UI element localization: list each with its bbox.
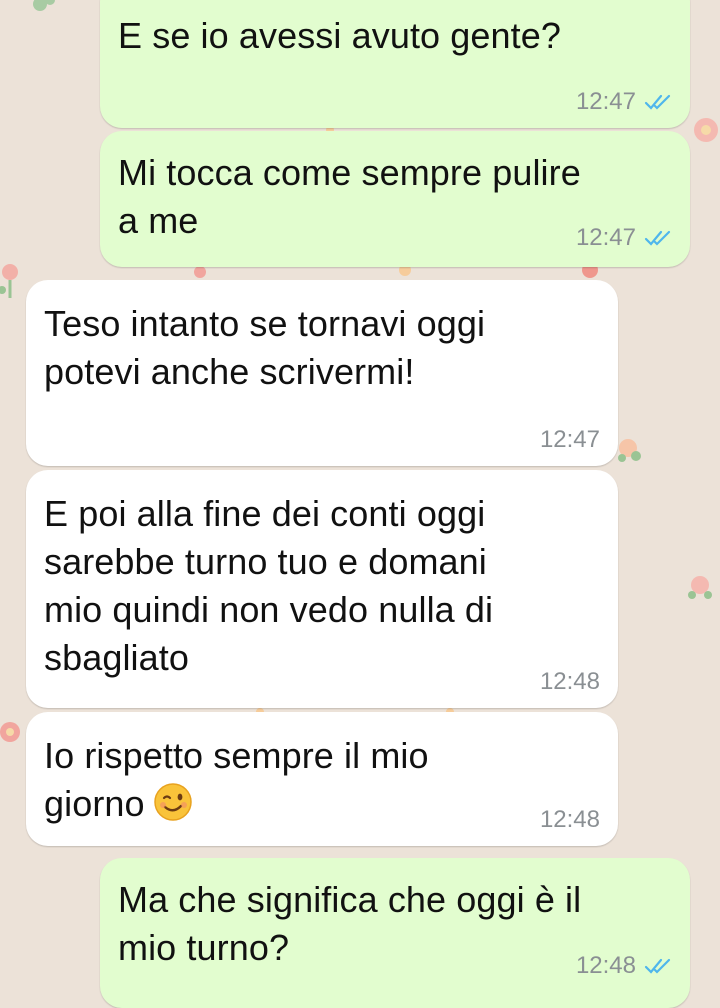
chat-area[interactable]: E se io avessi avuto gente? 12:47 Mi toc…: [0, 0, 720, 1008]
message-bubble-incoming[interactable]: Teso intanto se tornavi oggi potevi anch…: [26, 280, 618, 466]
message-meta: 12:48: [540, 668, 600, 696]
message-text: E poi alla fine dei conti oggi sarebbe t…: [44, 493, 494, 678]
double-check-read-icon: [644, 230, 671, 246]
message-meta: 12:47: [540, 426, 600, 454]
message-time: 12:48: [539, 806, 600, 833]
message-bubble-outgoing[interactable]: E se io avessi avuto gente? 12:47: [100, 0, 690, 128]
message-meta: 12:47: [576, 224, 674, 252]
message-text: Io rispetto sempre il mio giorno: [44, 732, 429, 828]
message-bubble-incoming[interactable]: Io rispetto sempre il mio giorno 12:48: [26, 712, 618, 846]
message-time: 12:47: [575, 88, 636, 115]
message-meta: 12:47: [576, 88, 674, 116]
message-time: 12:48: [539, 668, 600, 695]
message-text: Teso intanto se tornavi oggi potevi anch…: [44, 303, 486, 392]
message-text: Ma che significa che oggi è il mio turno…: [118, 879, 582, 968]
message-meta: 12:48: [576, 952, 674, 980]
message-time: 12:47: [575, 224, 636, 251]
winking-face-emoji: [153, 783, 192, 821]
message-text-content: Io rispetto sempre il mio giorno: [44, 735, 429, 824]
message-bubble-outgoing[interactable]: Ma che significa che oggi è il mio turno…: [100, 858, 690, 1008]
double-check-read-icon: [644, 94, 671, 110]
message-bubble-incoming[interactable]: E poi alla fine dei conti oggi sarebbe t…: [26, 470, 618, 708]
message-bubble-outgoing[interactable]: Mi tocca come sempre pulire a me 12:47: [100, 131, 690, 267]
message-text: Mi tocca come sempre pulire a me: [118, 152, 581, 241]
message-time: 12:48: [575, 952, 636, 979]
double-check-read-icon: [644, 958, 671, 974]
message-meta: 12:48: [540, 806, 600, 834]
message-text: E se io avessi avuto gente?: [118, 15, 561, 56]
message-time: 12:47: [539, 426, 600, 453]
